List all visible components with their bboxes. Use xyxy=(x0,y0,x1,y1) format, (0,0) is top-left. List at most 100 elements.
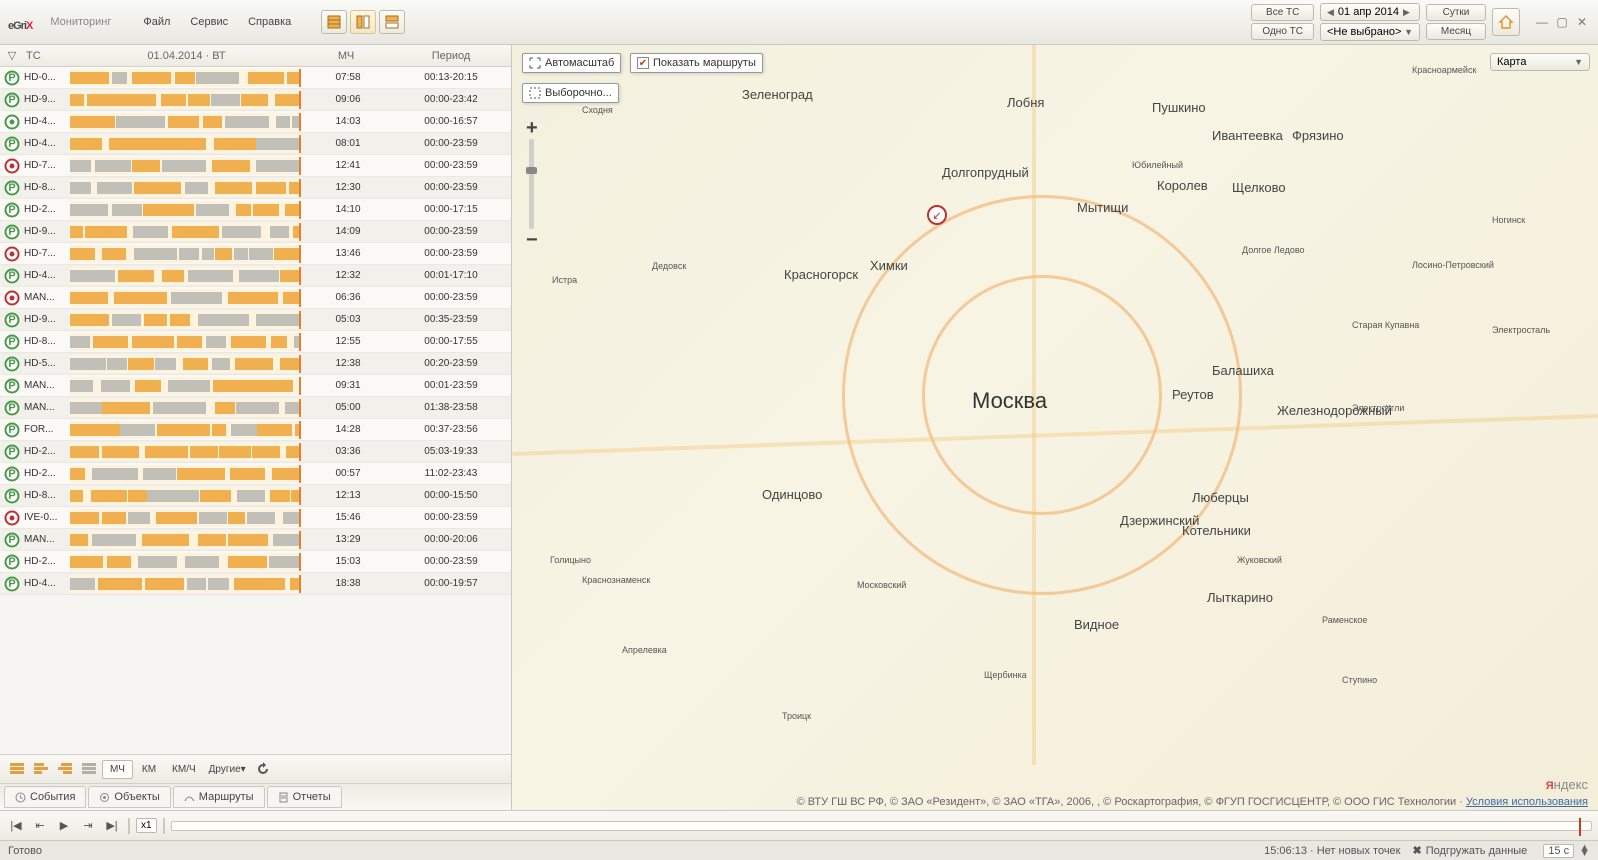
refresh-interval[interactable]: 15 с▲▼ xyxy=(1539,844,1590,858)
vehicle-row[interactable]: PHD-4...08:0100:00-23:59 xyxy=(0,133,511,155)
menu-help[interactable]: Справка xyxy=(248,16,291,28)
col-date[interactable]: 01.04.2014 · ВТ xyxy=(72,50,301,62)
filter-icon[interactable]: ▽ xyxy=(0,49,24,62)
activity-bar[interactable] xyxy=(70,113,301,131)
zoom-out-button[interactable]: − xyxy=(526,231,538,249)
vehicle-row[interactable]: PHD-2...00:5711:02-23:43 xyxy=(0,463,511,485)
activity-bar[interactable] xyxy=(70,575,301,593)
col-period[interactable]: Период xyxy=(391,50,511,62)
tab-reports[interactable]: Отчеты xyxy=(267,786,342,808)
layout-map-icon[interactable] xyxy=(379,10,405,34)
status-close-icon[interactable]: ✖ xyxy=(1412,844,1421,857)
map-marker[interactable]: ↙ xyxy=(927,205,947,225)
date-navigator[interactable]: ◀ 01 апр 2014 ▶ xyxy=(1320,3,1420,21)
bar-mode4-icon[interactable] xyxy=(78,759,100,779)
activity-bar[interactable] xyxy=(70,399,301,417)
date-prev-icon[interactable]: ◀ xyxy=(1327,7,1334,18)
mode-other-dropdown[interactable]: Другие▾ xyxy=(205,764,250,775)
tab-objects[interactable]: Объекты xyxy=(88,786,170,808)
date-next-icon[interactable]: ▶ xyxy=(1403,7,1410,18)
activity-bar[interactable] xyxy=(70,443,301,461)
bar-mode3-icon[interactable] xyxy=(54,759,76,779)
activity-bar[interactable] xyxy=(70,267,301,285)
mode-kmh-button[interactable]: КМ/Ч xyxy=(165,761,203,778)
menu-file[interactable]: Файл xyxy=(143,16,170,28)
activity-bar[interactable] xyxy=(70,223,301,241)
activity-bar[interactable] xyxy=(70,289,301,307)
range-month-button[interactable]: Месяц xyxy=(1426,23,1486,40)
vehicle-select[interactable]: <Не выбрано>▼ xyxy=(1320,23,1420,41)
tab-events[interactable]: События xyxy=(4,786,86,808)
window-minimize-icon[interactable]: — xyxy=(1534,15,1550,29)
activity-bar[interactable] xyxy=(70,333,301,351)
vehicle-row[interactable]: PHD-8...12:1300:00-15:50 xyxy=(0,485,511,507)
vehicle-row[interactable]: PHD-4...18:3800:00-19:57 xyxy=(0,573,511,595)
skip-end-icon[interactable]: ▶| xyxy=(102,817,122,835)
playback-speed[interactable]: x1 xyxy=(136,818,157,833)
activity-bar[interactable] xyxy=(70,553,301,571)
vehicle-row[interactable]: PHD-5...12:3800:20-23:59 xyxy=(0,353,511,375)
layout-list-icon[interactable] xyxy=(321,10,347,34)
vehicle-row[interactable]: HD-7...13:4600:00-23:59 xyxy=(0,243,511,265)
terms-link[interactable]: Условия использования xyxy=(1466,796,1588,808)
step-back-icon[interactable]: ⇤ xyxy=(30,817,50,835)
refresh-icon[interactable] xyxy=(252,759,274,779)
activity-bar[interactable] xyxy=(70,487,301,505)
layout-split-icon[interactable] xyxy=(350,10,376,34)
menu-service[interactable]: Сервис xyxy=(190,16,228,28)
vehicle-row[interactable]: MAN...06:3600:00-23:59 xyxy=(0,287,511,309)
window-close-icon[interactable]: ✕ xyxy=(1574,15,1590,29)
activity-bar[interactable] xyxy=(70,509,301,527)
vehicle-row[interactable]: PMAN...09:3100:01-23:59 xyxy=(0,375,511,397)
skip-start-icon[interactable]: |◀ xyxy=(6,817,26,835)
activity-bar[interactable] xyxy=(70,69,301,87)
vehicle-list[interactable]: PHD-0...07:5800:13-20:15PHD-9...09:0600:… xyxy=(0,67,511,754)
vehicle-row[interactable]: HD-4...14:0300:00-16:57 xyxy=(0,111,511,133)
activity-bar[interactable] xyxy=(70,531,301,549)
autoscale-button[interactable]: Автомасштаб xyxy=(522,53,621,73)
window-maximize-icon[interactable]: ▢ xyxy=(1554,15,1570,29)
vehicle-row[interactable]: PMAN...13:2900:00-20:06 xyxy=(0,529,511,551)
col-ts[interactable]: ТС xyxy=(24,50,72,62)
map-type-select[interactable]: Карта▼ xyxy=(1490,53,1590,71)
vehicle-row[interactable]: PHD-9...09:0600:00-23:42 xyxy=(0,89,511,111)
bar-mode2-icon[interactable] xyxy=(30,759,52,779)
bar-mode-icon[interactable] xyxy=(6,759,28,779)
activity-bar[interactable] xyxy=(70,91,301,109)
activity-bar[interactable] xyxy=(70,245,301,263)
activity-bar[interactable] xyxy=(70,201,301,219)
vehicle-row[interactable]: PFOR...14:2800:37-23:56 xyxy=(0,419,511,441)
range-day-button[interactable]: Сутки xyxy=(1426,4,1486,21)
zoom-in-button[interactable]: + xyxy=(526,119,538,137)
vehicle-row[interactable]: PMAN...05:0001:38-23:58 xyxy=(0,397,511,419)
mode-km-button[interactable]: КМ xyxy=(135,761,163,778)
selective-button[interactable]: Выборочно... xyxy=(522,83,619,103)
activity-bar[interactable] xyxy=(70,421,301,439)
zoom-slider[interactable] xyxy=(529,139,534,229)
vehicle-row[interactable]: PHD-8...12:5500:00-17:55 xyxy=(0,331,511,353)
activity-bar[interactable] xyxy=(70,179,301,197)
vehicle-row[interactable]: PHD-2...14:1000:00-17:15 xyxy=(0,199,511,221)
vehicle-row[interactable]: PHD-9...05:0300:35-23:59 xyxy=(0,309,511,331)
activity-bar[interactable] xyxy=(70,311,301,329)
activity-bar[interactable] xyxy=(70,465,301,483)
home-button[interactable] xyxy=(1492,8,1520,36)
filter-one-button[interactable]: Одно ТС xyxy=(1251,23,1314,40)
step-fwd-icon[interactable]: ⇥ xyxy=(78,817,98,835)
timeline-track[interactable] xyxy=(171,821,1592,831)
filter-all-button[interactable]: Все ТС xyxy=(1251,4,1314,21)
vehicle-row[interactable]: PHD-9...14:0900:00-23:59 xyxy=(0,221,511,243)
vehicle-row[interactable]: HD-7...12:4100:00-23:59 xyxy=(0,155,511,177)
vehicle-row[interactable]: PHD-2...03:3605:03-19:33 xyxy=(0,441,511,463)
vehicle-row[interactable]: PHD-0...07:5800:13-20:15 xyxy=(0,67,511,89)
activity-bar[interactable] xyxy=(70,157,301,175)
play-icon[interactable]: ▶ xyxy=(54,817,74,835)
activity-bar[interactable] xyxy=(70,377,301,395)
vehicle-row[interactable]: PHD-4...12:3200:01-17:10 xyxy=(0,265,511,287)
vehicle-row[interactable]: PHD-8...12:3000:00-23:59 xyxy=(0,177,511,199)
vehicle-row[interactable]: IVE-0...15:4600:00-23:59 xyxy=(0,507,511,529)
tab-routes[interactable]: Маршруты xyxy=(173,786,265,808)
map[interactable]: Москва ЗеленоградХимкиМытищиКоролевЩелко… xyxy=(512,45,1598,810)
activity-bar[interactable] xyxy=(70,135,301,153)
activity-bar[interactable] xyxy=(70,355,301,373)
